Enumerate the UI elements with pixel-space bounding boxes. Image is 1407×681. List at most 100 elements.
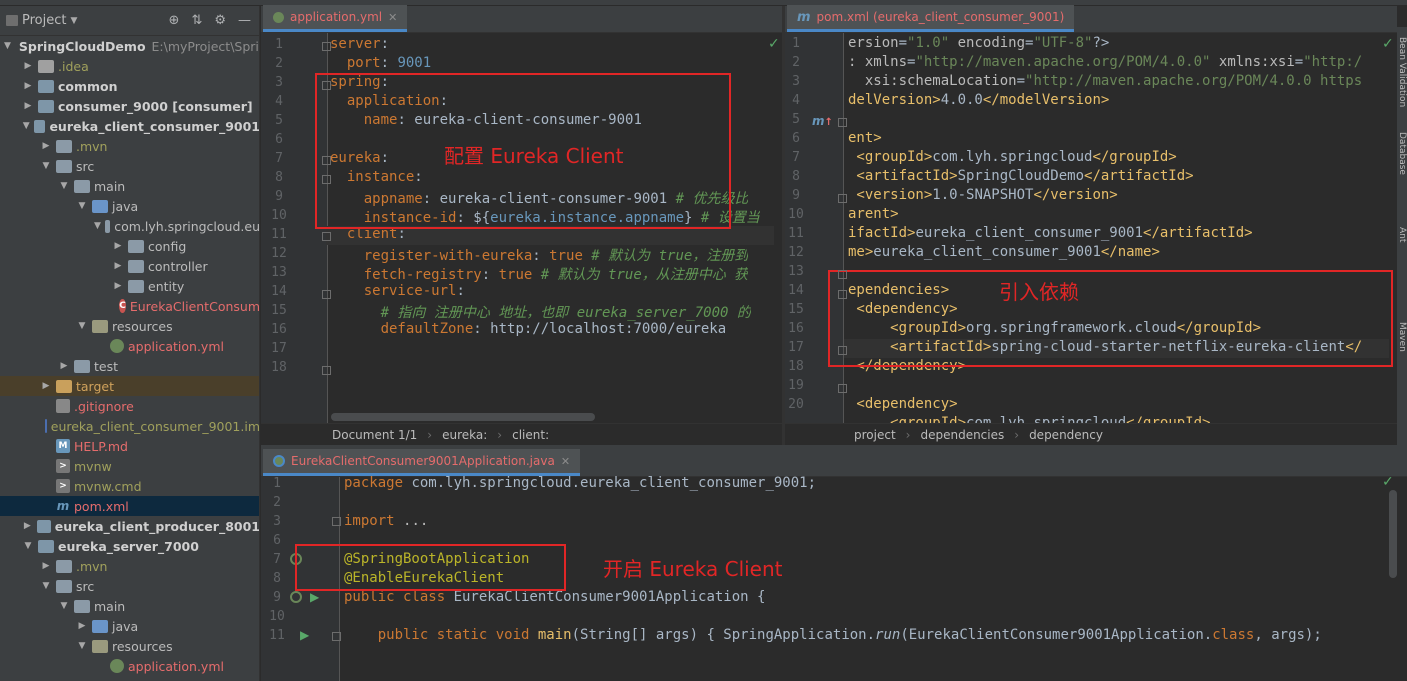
chevron-down-icon[interactable]: ▼ (40, 161, 52, 171)
chevron-right-icon[interactable]: ▶ (22, 521, 33, 531)
breadcrumb-item[interactable]: eureka: (442, 428, 487, 442)
chevron-down-icon[interactable]: ▼ (94, 221, 101, 231)
collapse-icon[interactable]: ⇅ (191, 13, 202, 28)
fold-marker-icon[interactable] (332, 632, 341, 641)
breadcrumb-item[interactable]: client: (512, 428, 549, 442)
run-icon[interactable]: ▶ (300, 628, 309, 642)
tree-item[interactable]: ▼ java (0, 196, 259, 216)
code-line[interactable]: server: (330, 36, 397, 52)
tree-item[interactable]: ▼ main (0, 596, 259, 616)
breadcrumb-item[interactable]: dependency (1029, 428, 1103, 442)
code-line[interactable]: <artifactId>SpringCloudDemo</artifactId> (848, 168, 1193, 184)
code-line[interactable]: : xmlns = "http://maven.apache.org/POM/4.0… (848, 54, 1362, 70)
tree-item[interactable]: m pom.xml (0, 496, 259, 516)
yml-horizontal-scrollbar[interactable] (331, 413, 595, 421)
tree-item[interactable]: ▶ .mvn (0, 136, 259, 156)
run-icon[interactable]: ▶ (310, 590, 319, 604)
chevron-right-icon[interactable]: ▶ (22, 61, 34, 71)
chevron-down-icon[interactable]: ▼ (40, 581, 52, 591)
tree-item[interactable]: ▶ consumer_9000 [consumer] (0, 96, 259, 116)
fold-marker-icon[interactable] (332, 517, 341, 526)
code-line[interactable]: ersion="1.0" encoding="UTF-8"?> (848, 35, 1109, 51)
fold-marker-icon[interactable] (838, 384, 847, 393)
close-icon[interactable]: ✕ (388, 11, 397, 24)
chevron-down-icon[interactable]: ▼ (58, 181, 70, 191)
chevron-down-icon[interactable]: ▼ (58, 601, 70, 611)
code-line[interactable]: # 指向 注册中心 地址，也即 eureka_server_7000 的 (330, 302, 751, 322)
tab-pom-xml[interactable]: m pom.xml (eureka_client_consumer_9001) (787, 5, 1075, 32)
code-line[interactable]: <dependency> (848, 396, 957, 412)
tree-item[interactable]: > mvnw (0, 456, 259, 476)
fold-marker-icon[interactable] (322, 290, 331, 299)
chevron-right-icon[interactable]: ▶ (40, 381, 52, 391)
tree-item[interactable]: ▶ java (0, 616, 259, 636)
code-line[interactable]: <groupId>com.lyh.springcloud</groupId> (848, 149, 1176, 165)
chevron-down-icon[interactable]: ▼ (22, 541, 34, 551)
chevron-right-icon[interactable]: ▶ (112, 281, 124, 291)
tree-item[interactable]: ▶ eureka_client_producer_8001 (0, 516, 259, 536)
chevron-down-icon[interactable]: ▼ (76, 201, 88, 211)
tree-item[interactable]: C EurekaClientConsum (0, 296, 259, 316)
tab-application-yml[interactable]: application.yml ✕ (263, 5, 408, 32)
fold-marker-icon[interactable] (322, 42, 331, 51)
tool-window-tab[interactable]: Maven (1397, 322, 1407, 407)
fold-marker-icon[interactable] (838, 270, 847, 279)
code-line[interactable]: me>eureka_client_consumer_9001</name> (848, 244, 1160, 260)
fold-marker-icon[interactable] (322, 156, 331, 165)
chevron-right-icon[interactable]: ▶ (40, 141, 52, 151)
fold-marker-icon[interactable] (838, 346, 847, 355)
tree-item[interactable]: ▶ target (0, 376, 259, 396)
close-icon[interactable]: ✕ (561, 455, 570, 468)
tree-item[interactable]: ▼ src (0, 156, 259, 176)
code-line[interactable]: register-with-eureka: true # 默认为 true，注册… (330, 245, 749, 265)
fold-marker-icon[interactable] (322, 232, 331, 241)
chevron-right-icon[interactable]: ▶ (40, 561, 52, 571)
chevron-right-icon[interactable]: ▶ (112, 241, 124, 251)
tree-item[interactable]: ▼ src (0, 576, 259, 596)
project-view-selector[interactable]: Project ▼ (6, 13, 77, 28)
chevron-right-icon[interactable]: ▶ (58, 361, 70, 371)
fold-marker-icon[interactable] (838, 118, 847, 127)
tree-item[interactable]: eureka_client_consumer_9001.im (0, 416, 259, 436)
code-line[interactable]: fetch-registry: true # 默认为 true，从注册中心 获 (330, 264, 748, 284)
tree-item[interactable]: ▼ resources (0, 636, 259, 656)
code-line[interactable]: service-url: (330, 283, 465, 299)
chevron-right-icon[interactable]: ▶ (22, 81, 34, 91)
tree-item[interactable]: application.yml (0, 336, 259, 356)
code-line[interactable]: defaultZone: http://localhost:7000/eurek… (330, 321, 727, 337)
tree-item[interactable]: ▶ .mvn (0, 556, 259, 576)
chevron-right-icon[interactable]: ▶ (112, 261, 124, 271)
tree-item[interactable]: .gitignore (0, 396, 259, 416)
tree-item[interactable]: ▼ com.lyh.springcloud.eu (0, 216, 259, 236)
tree-item[interactable]: ▶ config (0, 236, 259, 256)
tree-item[interactable]: ▼ eureka_client_consumer_9001 (0, 116, 259, 136)
breadcrumb-item[interactable]: dependencies (920, 428, 1004, 442)
code-line[interactable]: arent> (848, 206, 899, 222)
code-line[interactable]: public class EurekaClientConsumer9001App… (344, 589, 765, 605)
tool-window-tab[interactable]: Database (1397, 132, 1407, 217)
chevron-right-icon[interactable]: ▶ (22, 101, 34, 111)
code-line[interactable]: package com.lyh.springcloud.eureka_clien… (344, 475, 816, 491)
code-line[interactable]: public static void main(String[] args) {… (344, 627, 1322, 643)
chevron-down-icon[interactable]: ▼ (76, 321, 88, 331)
tree-item[interactable]: M HELP.md (0, 436, 259, 456)
tree-item[interactable]: ▶ entity (0, 276, 259, 296)
tree-item[interactable]: ▼ SpringCloudDemo E:\myProject\Sprin (0, 36, 259, 56)
tree-item[interactable]: ▼ resources (0, 316, 259, 336)
code-line[interactable]: port: 9001 (330, 55, 431, 71)
tree-item[interactable]: > mvnw.cmd (0, 476, 259, 496)
chevron-down-icon[interactable]: ▼ (76, 641, 88, 651)
fold-marker-icon[interactable] (322, 175, 331, 184)
code-line[interactable]: delVersion>4.0.0</modelVersion> (848, 92, 1109, 108)
code-line[interactable]: ifactId>eureka_client_consumer_9001</art… (848, 225, 1253, 241)
tab-java-application[interactable]: EurekaClientConsumer9001Application.java… (263, 449, 581, 476)
tree-item[interactable]: ▶ controller (0, 256, 259, 276)
tree-item[interactable]: ▶ common (0, 76, 259, 96)
breadcrumb-item[interactable]: Document 1/1 (332, 428, 417, 442)
code-line[interactable]: ent> (848, 130, 882, 146)
breadcrumb-item[interactable]: project (854, 428, 896, 442)
fold-marker-icon[interactable] (838, 290, 847, 299)
tool-window-tab[interactable]: Bean Validation (1397, 37, 1407, 122)
tree-item[interactable]: ▼ eureka_server_7000 (0, 536, 259, 556)
tree-item[interactable]: ▶ .idea (0, 56, 259, 76)
